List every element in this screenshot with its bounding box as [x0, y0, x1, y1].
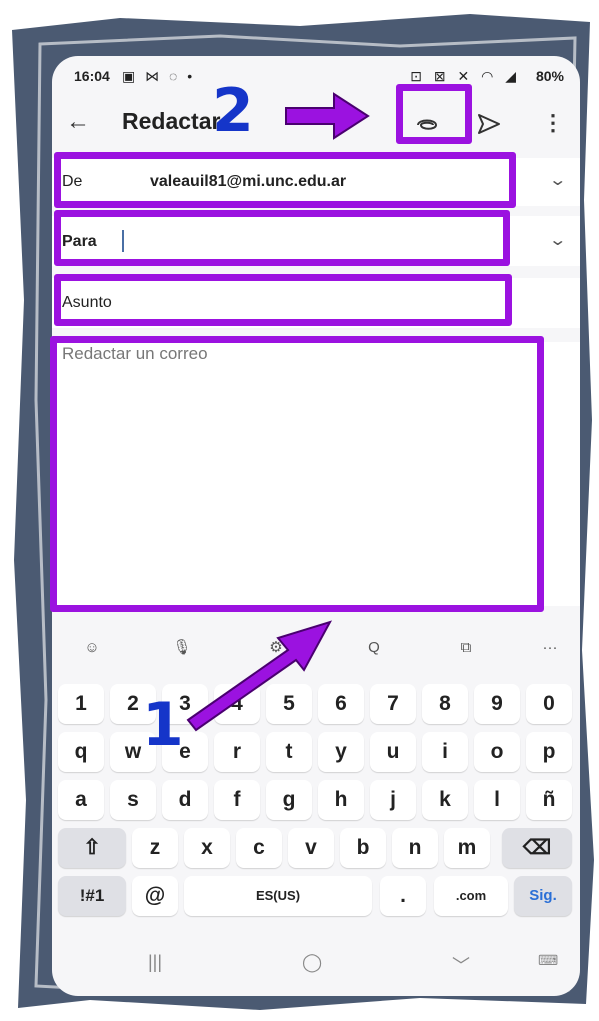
- from-field[interactable]: De valeauil81@mi.unc.edu.ar ⌄: [52, 158, 580, 206]
- send-icon[interactable]: [476, 112, 502, 136]
- key-k[interactable]: k: [422, 780, 468, 820]
- clipboard-icon[interactable]: ⧉: [450, 632, 482, 664]
- text-cursor: [122, 230, 124, 252]
- key-o[interactable]: o: [474, 732, 520, 772]
- key-w[interactable]: w: [110, 732, 156, 772]
- search-icon[interactable]: Q: [358, 632, 390, 664]
- key-b[interactable]: b: [340, 828, 386, 868]
- key-y[interactable]: y: [318, 732, 364, 772]
- next-key[interactable]: Sig.: [514, 876, 572, 916]
- key-c[interactable]: c: [236, 828, 282, 868]
- key-z[interactable]: z: [132, 828, 178, 868]
- key-2[interactable]: 2: [110, 684, 156, 724]
- key-q[interactable]: q: [58, 732, 104, 772]
- chevron-down-icon[interactable]: ⌄: [548, 230, 567, 250]
- key-4[interactable]: 4: [214, 684, 260, 724]
- key-g[interactable]: g: [266, 780, 312, 820]
- notification-icons: ▣ ⋈ ◌ •: [122, 68, 196, 84]
- battery-percent: 80%: [535, 68, 564, 84]
- body-field[interactable]: [52, 342, 580, 606]
- key-1[interactable]: 1: [58, 684, 104, 724]
- subject-field[interactable]: Asunto: [52, 278, 580, 328]
- key-u[interactable]: u: [370, 732, 416, 772]
- phone-screen: 16:04 ▣ ⋈ ◌ • ⊡ ⊠ ✕ ◠ ◢ 80% ← Redactar ⋮…: [52, 56, 580, 996]
- subject-label: Asunto: [62, 294, 112, 311]
- settings-icon[interactable]: ⚙: [260, 632, 292, 664]
- symbols-key[interactable]: !#1: [58, 876, 126, 916]
- key-enye[interactable]: ñ: [526, 780, 572, 820]
- key-0[interactable]: 0: [526, 684, 572, 724]
- key-t[interactable]: t: [266, 732, 312, 772]
- from-label: De: [62, 173, 83, 190]
- key-7[interactable]: 7: [370, 684, 416, 724]
- back-nav-icon[interactable]: ﹀: [452, 952, 470, 978]
- system-icons: ⊡ ⊠ ✕ ◠ ◢: [410, 68, 520, 84]
- key-h[interactable]: h: [318, 780, 364, 820]
- recents-icon[interactable]: |||: [148, 952, 162, 973]
- key-9[interactable]: 9: [474, 684, 520, 724]
- keyboard-icon[interactable]: ⌨: [538, 952, 558, 969]
- microphone-icon[interactable]: 🎙: [166, 632, 198, 664]
- key-3[interactable]: 3: [162, 684, 208, 724]
- paperclip-icon[interactable]: [412, 114, 442, 136]
- key-e[interactable]: e: [162, 732, 208, 772]
- key-p[interactable]: p: [526, 732, 572, 772]
- navigation-bar: ||| ◯ ﹀ ⌨: [52, 932, 580, 996]
- body-placeholder: Redactar un correo: [62, 344, 208, 363]
- to-field[interactable]: Para ⌄: [52, 216, 580, 266]
- shift-key[interactable]: ⇧: [58, 828, 126, 868]
- chevron-down-icon[interactable]: ⌄: [548, 170, 567, 190]
- app-bar: ← Redactar ⋮: [52, 96, 580, 152]
- key-d[interactable]: d: [162, 780, 208, 820]
- key-m[interactable]: m: [444, 828, 490, 868]
- key-j[interactable]: j: [370, 780, 416, 820]
- period-key[interactable]: .: [380, 876, 426, 916]
- back-arrow-icon[interactable]: ←: [66, 108, 90, 136]
- key-5[interactable]: 5: [266, 684, 312, 724]
- status-bar: 16:04 ▣ ⋈ ◌ • ⊡ ⊠ ✕ ◠ ◢ 80%: [52, 56, 580, 96]
- home-icon[interactable]: ◯: [302, 952, 322, 973]
- page-title: Redactar: [122, 108, 221, 134]
- more-vertical-icon[interactable]: ⋮: [542, 110, 564, 136]
- key-a[interactable]: a: [58, 780, 104, 820]
- at-key[interactable]: @: [132, 876, 178, 916]
- key-6[interactable]: 6: [318, 684, 364, 724]
- from-value: valeauil81@mi.unc.edu.ar: [150, 173, 347, 190]
- key-s[interactable]: s: [110, 780, 156, 820]
- key-x[interactable]: x: [184, 828, 230, 868]
- emoji-icon[interactable]: ☺: [76, 632, 108, 664]
- key-f[interactable]: f: [214, 780, 260, 820]
- dotcom-key[interactable]: .com: [434, 876, 508, 916]
- key-r[interactable]: r: [214, 732, 260, 772]
- to-label: Para: [62, 233, 97, 250]
- status-time: 16:04: [74, 68, 110, 84]
- keyboard-toolbar: ☺ 🎙 ⚙ Q ⧉ ···: [52, 620, 580, 676]
- space-key[interactable]: ES(US): [184, 876, 372, 916]
- backspace-key[interactable]: ⌫: [502, 828, 572, 868]
- more-horizontal-icon[interactable]: ···: [534, 632, 566, 664]
- key-8[interactable]: 8: [422, 684, 468, 724]
- key-v[interactable]: v: [288, 828, 334, 868]
- key-n[interactable]: n: [392, 828, 438, 868]
- key-i[interactable]: i: [422, 732, 468, 772]
- key-l[interactable]: l: [474, 780, 520, 820]
